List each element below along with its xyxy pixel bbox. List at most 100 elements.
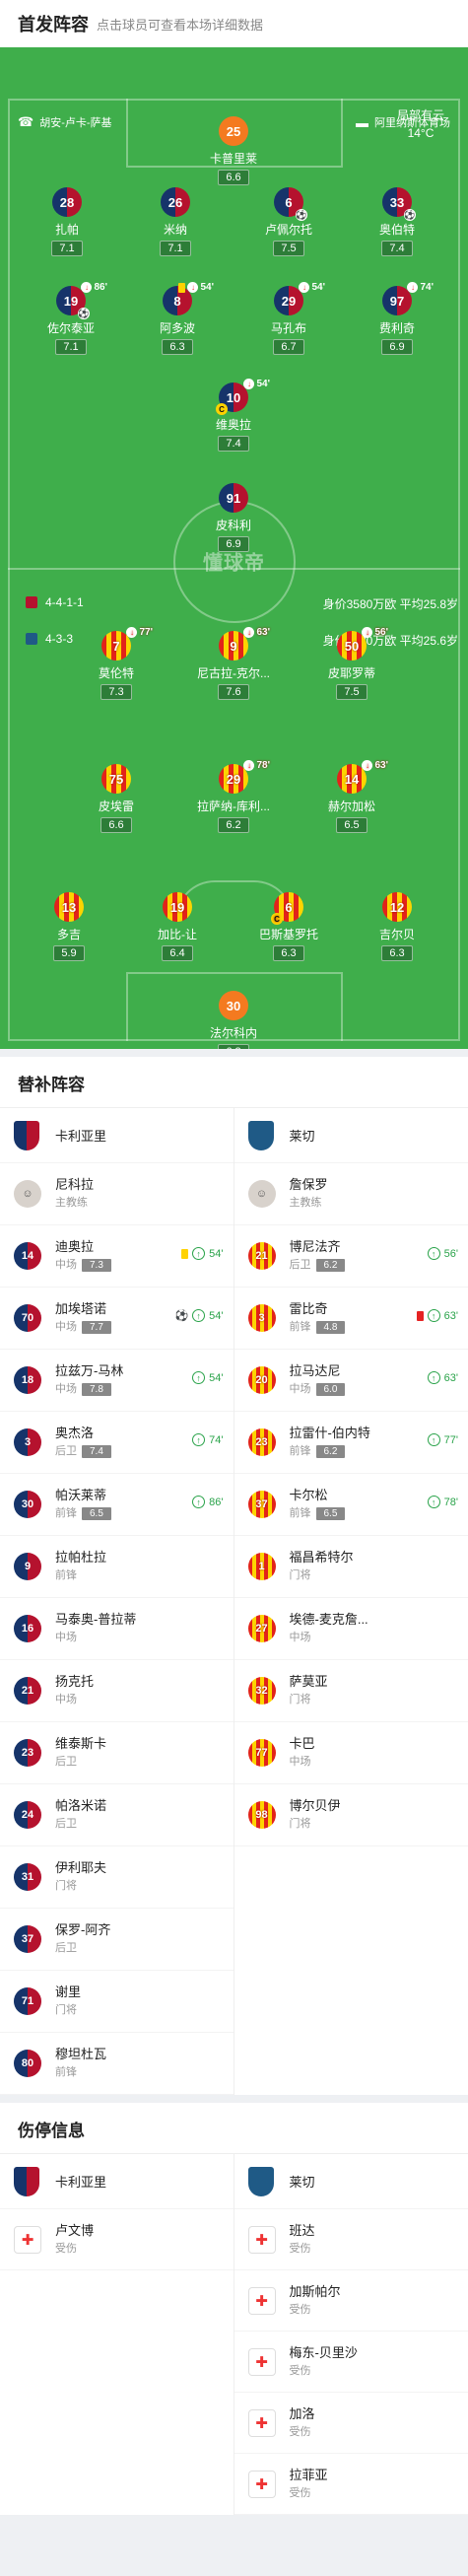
sub-off-marker: ↓ 78' <box>243 760 270 771</box>
player-lecce[interactable]: 19 加比-让 6.4 <box>138 892 217 961</box>
player-lecce[interactable]: 50 ↓ 56' 皮耶罗蒂 7.5 <box>312 627 391 700</box>
player-lecce[interactable]: 9 ↓ 63' 尼古拉-克尔... 7.6 <box>194 627 273 700</box>
sub-player-rating: 7.3 <box>82 1258 111 1272</box>
sub-player-row[interactable]: 23 维泰斯卡 后卫 <box>0 1722 234 1784</box>
injury-row[interactable]: ✚ 梅东-贝里沙 受伤 <box>234 2332 468 2393</box>
sub-player-row[interactable]: 16 马泰奥-普拉蒂 中场 <box>0 1598 234 1660</box>
coach-avatar: ☺ <box>247 1180 276 1208</box>
sub-player-row[interactable]: 37 保罗-阿齐 后卫 <box>0 1909 234 1971</box>
player-lecce[interactable]: 14 ↓ 63' 赫尔加松 6.5 <box>312 760 391 833</box>
sub-minute: 54' <box>256 379 270 389</box>
shirt-number: 97 <box>389 293 405 309</box>
injury-away-team[interactable]: 莱切 <box>234 2154 468 2209</box>
sub-player-row[interactable]: 20 拉马达尼 中场 6.0 ↑ 63' <box>234 1350 468 1412</box>
player-cagliari[interactable]: 25 卡普里莱 6.6 <box>194 116 273 185</box>
sub-player-row[interactable]: 31 伊利耶夫 门将 <box>0 1846 234 1909</box>
coach-name: 尼科拉 <box>55 1177 95 1192</box>
sub-player-row[interactable]: 18 拉兹万-马林 中场 7.8 ↑ 54' <box>0 1350 234 1412</box>
home-coach-label: ☎ 胡安-卢卡-萨基 <box>18 114 112 130</box>
injury-row[interactable]: ✚ 卢文博 受伤 <box>0 2209 234 2270</box>
medical-kit-icon: ✚ <box>247 2408 276 2437</box>
sub-player-row[interactable]: 80 穆坦杜瓦 前锋 <box>0 2033 234 2095</box>
sub-player-row[interactable]: 77 卡巴 中场 <box>234 1722 468 1784</box>
shirt-icon: 8 ↓ 54' <box>163 282 214 315</box>
shirt-icon: 97 ↓ 74' <box>382 282 434 315</box>
shirt-number: 91 <box>226 490 241 506</box>
player-cagliari[interactable]: 28 扎帕 7.1 <box>28 187 106 256</box>
sub-player-row[interactable]: 71 谢里 门将 <box>0 1971 234 2033</box>
sub-player-row[interactable]: 32 萨莫亚 门将 <box>234 1660 468 1722</box>
sub-out-icon: ↓ <box>362 627 373 638</box>
sub-player-row[interactable]: 21 扬克托 中场 <box>0 1660 234 1722</box>
player-rating: 6.3 <box>381 945 413 961</box>
player-cagliari[interactable]: 8 ↓ 54' 阿多波 6.3 <box>138 282 217 355</box>
home-coach-row[interactable]: ☺ 尼科拉 主教练 <box>0 1163 234 1225</box>
away-value: 身价3580万欧 平均25.8岁 <box>322 597 458 611</box>
sub-player-row[interactable]: 14 迪奥拉 中场 7.3 ↑ 54' <box>0 1225 234 1288</box>
weather-text: 局部有云 <box>396 108 444 122</box>
sub-player-position: 后卫 <box>55 1818 77 1830</box>
player-cagliari[interactable]: 97 ↓ 74' 费利奇 6.9 <box>358 282 436 355</box>
injury-home-team[interactable]: 卡利亚里 <box>0 2154 234 2209</box>
player-cagliari[interactable]: 91 皮科利 6.9 <box>194 483 273 552</box>
sub-player-rating: 6.5 <box>315 1506 346 1520</box>
shirt-icon: 30 <box>14 1491 41 1518</box>
player-lecce[interactable]: 12 吉尔贝 6.3 <box>358 892 436 961</box>
player-cagliari[interactable]: 29 ↓ 54' 马孔布 6.7 <box>249 282 328 355</box>
player-cagliari[interactable]: 10 ↓ 54' C 维奥拉 7.4 <box>194 379 273 452</box>
sub-player-row[interactable]: 70 加埃塔诺 中场 7.7 ⚽ ↑ 54' <box>0 1288 234 1350</box>
shirt-icon: 91 <box>219 483 248 513</box>
player-cagliari[interactable]: 26 米纳 7.1 <box>136 187 215 256</box>
sub-player-row[interactable]: 3 奥杰洛 后卫 7.4 ↑ 74' <box>0 1412 234 1474</box>
sub-in-icon: ↑ <box>427 1247 440 1260</box>
injury-row[interactable]: ✚ 加斯帕尔 受伤 <box>234 2270 468 2332</box>
subs-away-column: 莱切 ☺ 詹保罗 主教练 21 博尼法齐 后卫 6.2 ↑ 56' 3 雷比奇 前锋 4.8 ↑ 63… <box>234 1108 468 2095</box>
away-team-row[interactable]: 莱切 <box>234 1108 468 1163</box>
sub-player-position: 前锋 <box>289 1321 311 1333</box>
sub-player-row[interactable]: 98 博尔贝伊 门将 <box>234 1784 468 1846</box>
player-lecce[interactable]: 13 多吉 5.9 <box>30 892 108 961</box>
sub-player-position: 后卫 <box>289 1259 311 1271</box>
player-cagliari[interactable]: 33 ⚽ 奥伯特 7.4 <box>358 187 436 256</box>
sub-in-minute: 86' <box>209 1496 224 1508</box>
shirt-number: 50 <box>344 638 360 654</box>
player-rating: 6.3 <box>273 945 304 961</box>
sub-out-icon: ↓ <box>243 627 255 638</box>
shirt-icon: 9 ↓ 63' <box>219 627 270 661</box>
player-name: 尼古拉-克尔... <box>197 666 270 680</box>
sub-player-row[interactable]: 30 帕沃莱蒂 前锋 6.5 ↑ 86' <box>0 1474 234 1536</box>
sub-in-minute: 54' <box>209 1309 224 1322</box>
player-lecce[interactable]: 29 ↓ 78' 拉萨纳-库利... 6.2 <box>194 760 273 833</box>
player-lecce[interactable]: 7 ↓ 77' 莫伦特 7.3 <box>77 627 156 700</box>
sub-in-icon: ↑ <box>427 1371 440 1384</box>
sub-player-row[interactable]: 1 福昌希特尔 门将 <box>234 1536 468 1598</box>
player-cagliari[interactable]: 6 ⚽ 卢佩尔托 7.5 <box>249 187 328 256</box>
injury-row[interactable]: ✚ 班达 受伤 <box>234 2209 468 2270</box>
shirt-icon: 10 ↓ 54' C <box>216 379 270 415</box>
sub-player-row[interactable]: 21 博尼法齐 后卫 6.2 ↑ 56' <box>234 1225 468 1288</box>
sub-in-minute: 74' <box>209 1433 224 1446</box>
player-lecce[interactable]: 30 法尔科内 6.2 <box>194 991 273 1049</box>
player-lecce[interactable]: 75 皮埃雷 6.6 <box>77 764 156 833</box>
sub-player-row[interactable]: 24 帕洛米诺 后卫 <box>0 1784 234 1846</box>
home-team-row[interactable]: 卡利亚里 <box>0 1108 234 1163</box>
sub-player-name: 马泰奥-普拉蒂 <box>55 1612 137 1627</box>
sub-player-name: 拉雷什-伯内特 <box>289 1426 370 1440</box>
sub-minute: 78' <box>256 760 270 771</box>
player-name: 卡普里莱 <box>209 152 257 166</box>
injured-player-name: 卢文博 <box>55 2222 95 2238</box>
away-coach-row[interactable]: ☺ 詹保罗 主教练 <box>234 1163 468 1225</box>
sub-minute: 63' <box>256 627 270 638</box>
player-lecce[interactable]: 6 C 巴斯基罗托 6.3 <box>249 892 328 961</box>
sub-player-row[interactable]: 9 拉帕杜拉 前锋 <box>0 1536 234 1598</box>
player-name: 皮埃雷 <box>98 800 134 813</box>
injury-row[interactable]: ✚ 拉菲亚 受伤 <box>234 2454 468 2515</box>
player-cagliari[interactable]: 19 ↓ 86' ⚽ 佐尔泰亚 7.1 <box>32 282 110 355</box>
shirt-icon: 30 <box>219 991 248 1020</box>
sub-player-row[interactable]: 37 卡尔松 前锋 6.5 ↑ 78' <box>234 1474 468 1536</box>
sub-player-row[interactable]: 23 拉雷什-伯内特 前锋 6.2 ↑ 77' <box>234 1412 468 1474</box>
sub-player-row[interactable]: 27 埃德-麦克詹... 中场 <box>234 1598 468 1660</box>
player-name: 佐尔泰亚 <box>46 321 95 335</box>
sub-player-row[interactable]: 3 雷比奇 前锋 4.8 ↑ 63' <box>234 1288 468 1350</box>
injury-row[interactable]: ✚ 加洛 受伤 <box>234 2393 468 2454</box>
